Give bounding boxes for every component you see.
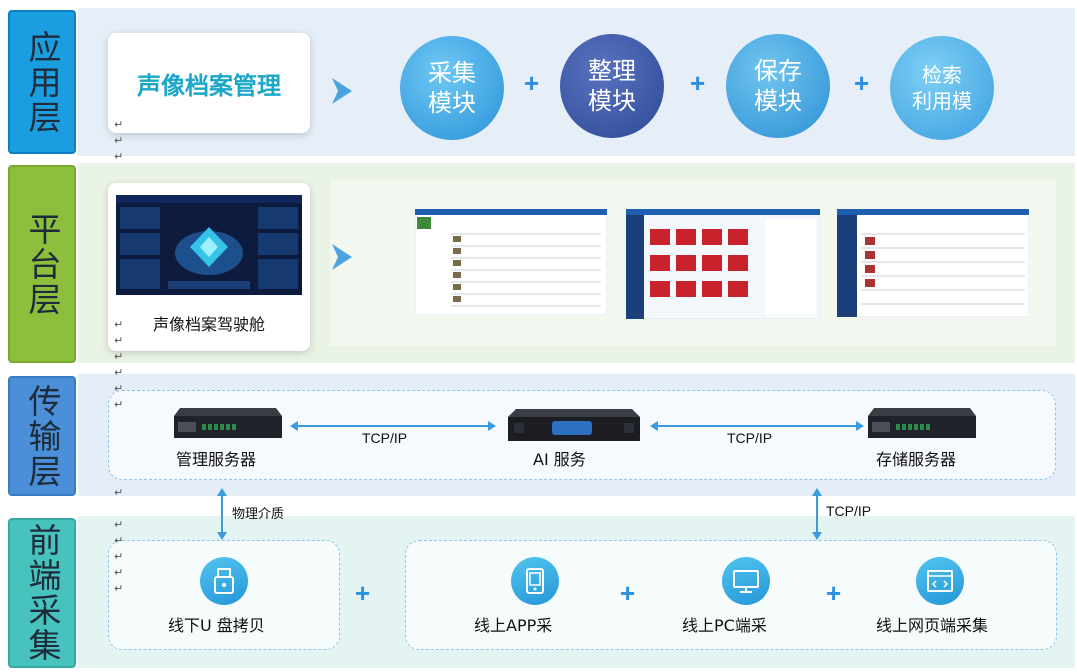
module-preserve: 保存 模块 — [726, 34, 830, 138]
plus-sign: + — [690, 68, 706, 98]
layer-name-application: 应用层 — [23, 29, 62, 135]
layer-tab-platform: 平台层 — [8, 165, 76, 363]
storage-server-icon — [868, 408, 976, 438]
down-label-left: 物理介质 — [232, 506, 285, 521]
frontend-label-web: 线上网页端采集 — [876, 616, 989, 635]
screenshot-photo-grid — [626, 209, 820, 319]
screenshot-archive-list — [415, 209, 607, 315]
system-title-card: 声像档案管理 — [108, 33, 310, 133]
down-label-right: TCP/IP — [826, 503, 872, 519]
layer-name-frontend: 前端采集 — [23, 523, 62, 663]
plus-sign: + — [620, 578, 636, 608]
vertical-bidirectional-arrow-icon — [812, 488, 822, 540]
module-label: 整理 模块 — [588, 57, 636, 115]
management-server-icon — [174, 408, 282, 438]
arrow-right-icon — [332, 244, 352, 270]
system-title: 声像档案管理 — [137, 71, 281, 100]
plus-sign: + — [524, 68, 540, 98]
plus-sign: + — [854, 68, 870, 98]
ai-server-icon — [508, 409, 640, 441]
frontend-label-offline: 线下U 盘拷贝 — [168, 616, 265, 635]
frontend-label-pc: 线上PC端采 — [682, 616, 767, 635]
plus-sign: + — [826, 578, 842, 608]
server-label-ai: AI 服务 — [533, 450, 586, 469]
cockpit-label: 声像档案驾驶舱 — [152, 317, 265, 334]
module-label: 保存 模块 — [754, 57, 802, 115]
server-label-storage: 存储服务器 — [876, 450, 957, 469]
link-label-right: TCP/IP — [727, 430, 773, 446]
web-page-icon — [916, 557, 964, 605]
layer-tab-transmission: 传输层 — [8, 376, 76, 496]
mobile-app-icon — [511, 557, 559, 605]
layer-tab-frontend: 前端采集 — [8, 518, 76, 668]
layer-name-transmission: 传输层 — [23, 383, 62, 489]
vertical-bidirectional-arrow-icon — [217, 488, 227, 540]
layer-tab-application: 应用层 — [8, 10, 76, 154]
server-label-management: 管理服务器 — [176, 450, 257, 469]
layer-name-platform: 平台层 — [23, 211, 62, 317]
module-label: 采集 模块 — [428, 59, 476, 117]
module-collect: 采集 模块 — [400, 36, 504, 140]
screenshot-detail-table — [837, 209, 1029, 317]
dashboard-thumbnail — [116, 195, 302, 295]
link-label-left: TCP/IP — [362, 430, 408, 446]
return-marks-column: ↵ ↵ ↵ ↵ ↵ ↵ ↵ ↵ ↵ ↵ ↵ ↵ ↵ ↵ ↵ — [114, 119, 124, 595]
cockpit-card: 声像档案驾驶舱 — [108, 183, 310, 351]
module-organize: 整理 模块 — [560, 34, 664, 138]
module-label: 检索 利用模 — [912, 63, 972, 113]
frontend-label-app: 线上APP采 — [474, 616, 553, 635]
arrow-right-icon — [332, 78, 352, 104]
plus-sign: + — [355, 578, 371, 608]
module-retrieve: 检索 利用模 — [890, 36, 994, 140]
desktop-pc-icon — [722, 557, 770, 605]
usb-drive-icon — [200, 557, 248, 605]
